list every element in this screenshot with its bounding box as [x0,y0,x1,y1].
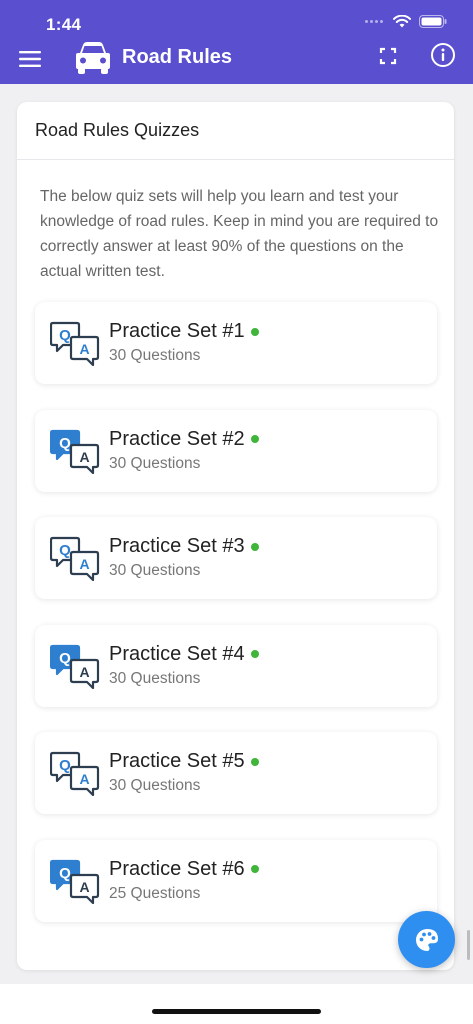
svg-text:A: A [79,771,89,787]
svg-text:Q: Q [59,757,71,774]
quiz-question-count: 30 Questions [109,669,201,687]
quiz-title-text: Practice Set #3 [109,535,245,557]
status-time: 1:44 [46,15,82,34]
status-dot [250,865,259,873]
status-dot [250,435,259,443]
fullscreen-icon[interactable] [376,44,400,68]
car-icon [76,42,110,74]
svg-text:Q: Q [59,865,71,882]
quiz-title: Practice Set #3 [109,535,259,558]
status-bar: 1:44 [0,0,473,36]
qa-icon: QA [50,859,100,904]
app-title: Road Rules [122,46,233,68]
quiz-title: Practice Set #5 [109,750,259,773]
svg-text:A: A [79,556,89,572]
palette-icon [415,928,438,951]
status-dot [250,650,259,658]
status-icons [365,15,447,28]
qa-icon: QA [50,321,100,366]
svg-text:Q: Q [59,542,71,559]
status-dot [250,757,259,766]
info-icon[interactable] [430,42,456,68]
battery-icon [419,15,447,28]
svg-text:Q: Q [59,650,71,667]
quizzes-card: Road Rules Quizzes The below quiz sets w… [17,102,454,970]
quiz-question-count: 30 Questions [109,347,201,364]
quiz-question-count: 25 Questions [109,884,201,902]
theme-fab-button[interactable] [398,911,455,968]
svg-text:Q: Q [59,435,71,452]
svg-text:A: A [79,341,89,357]
quiz-item-practice-set-1[interactable]: Q A Practice Set #1 30 Questions [35,302,437,384]
quiz-item-practice-set-6[interactable]: Q A Practice Set #6 25 Questions [35,839,437,922]
quiz-title: Practice Set #1 [109,320,259,343]
qa-icon: QA [50,536,100,581]
quiz-title-text: Practice Set #1 [109,320,245,342]
quiz-question-count: 30 Questions [109,562,201,579]
qa-icon: QA [50,644,100,689]
svg-text:Q: Q [59,327,71,344]
intro-text: The below quiz sets will help you learn … [40,188,439,280]
qa-icon: QA [50,751,100,796]
home-indicator[interactable] [152,1009,321,1014]
card-title: Road Rules Quizzes [17,102,454,160]
menu-icon[interactable] [16,46,44,72]
signal-icon [365,20,383,23]
bottom-bar [0,984,473,1024]
svg-text:A: A [79,449,89,465]
quiz-title-text: Practice Set #5 [109,750,245,772]
quiz-title-text: Practice Set #2 [109,427,245,450]
quiz-title-text: Practice Set #6 [109,857,245,880]
quiz-item-practice-set-5[interactable]: Q A Practice Set #5 30 Questions [35,732,437,814]
quiz-title: Practice Set #4 [109,643,259,666]
quiz-item-practice-set-2[interactable]: Q A Practice Set #2 30 Questions [35,409,437,492]
wifi-icon [393,15,411,28]
quiz-question-count: 30 Questions [109,777,201,794]
svg-text:A: A [79,879,89,895]
quiz-question-count: 30 Questions [109,454,201,472]
quiz-title-text: Practice Set #4 [109,642,245,665]
quiz-item-practice-set-4[interactable]: Q A Practice Set #4 30 Questions [35,624,437,707]
scrollbar[interactable] [467,930,470,960]
quiz-item-practice-set-3[interactable]: Q A Practice Set #3 30 Questions [35,517,437,599]
status-dot [250,542,259,551]
qa-icon: QA [50,429,100,474]
app-bar: Road Rules [0,36,473,84]
status-dot [250,327,259,336]
quiz-title: Practice Set #6 [109,858,259,881]
svg-text:A: A [79,664,89,680]
quiz-title: Practice Set #2 [109,428,259,451]
